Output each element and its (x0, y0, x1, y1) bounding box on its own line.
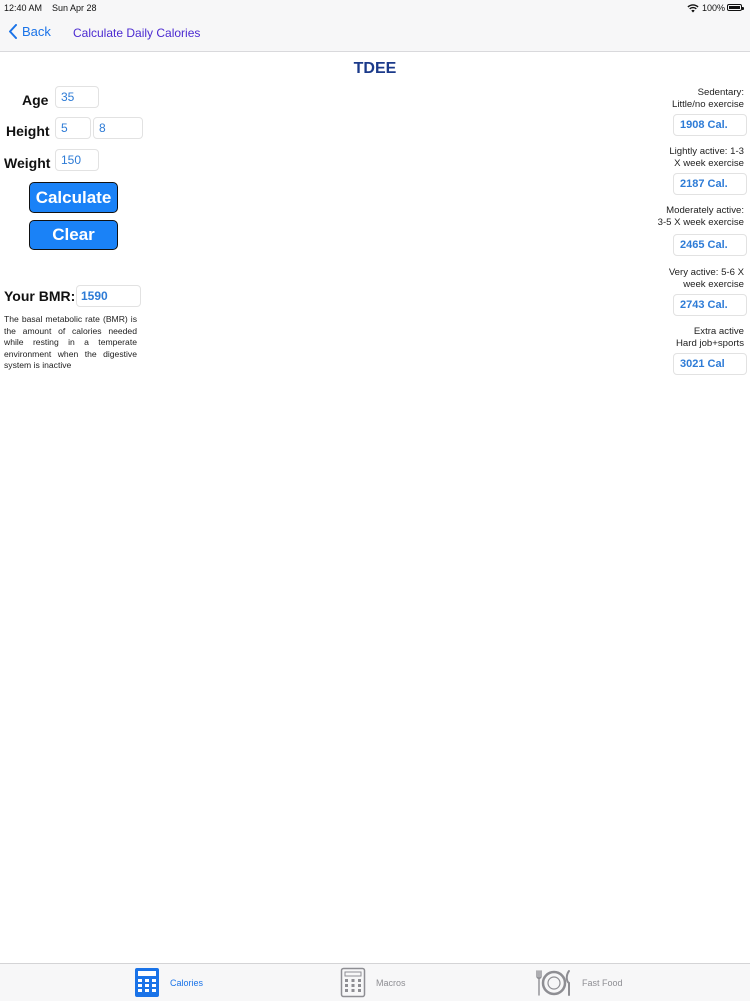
navigation-bar: Back Calculate Daily Calories (0, 16, 750, 52)
calculator-outline-icon (340, 967, 366, 998)
calculator-icon (135, 968, 159, 997)
status-time: 12:40 AM (4, 3, 43, 13)
tab-fast-food[interactable]: Fast Food (536, 967, 623, 998)
weight-label: Weight (4, 155, 51, 171)
nav-title: Calculate Daily Calories (73, 26, 201, 40)
status-bar: 12:40 AM Sun Apr 28 100% (0, 0, 750, 16)
activity-label-lightly-active: Lightly active: 1-3 X week exercise (669, 146, 744, 169)
battery-icon (727, 4, 744, 11)
chevron-left-icon (9, 24, 17, 39)
plate-fork-knife-icon (536, 970, 570, 996)
calculate-button[interactable]: Calculate (29, 182, 118, 213)
age-label: Age (22, 92, 49, 108)
clear-button[interactable]: Clear (29, 220, 118, 250)
tab-calories[interactable]: Calories (134, 967, 203, 998)
age-input[interactable]: 35 (55, 86, 99, 108)
status-date: Sun Apr 28 (52, 3, 97, 13)
wifi-icon (687, 4, 699, 13)
tab-macros-label: Macros (376, 977, 406, 988)
page-title: TDEE (353, 60, 397, 77)
tab-bar: Calories Macros Fast Food (0, 963, 750, 1001)
tab-calories-label: Calories (170, 977, 204, 988)
activity-value-very-active: 2743 Cal. (673, 294, 747, 316)
activity-label-very-active: Very active: 5-6 Xweek exercise (668, 267, 744, 290)
activity-value-moderately-active: 2465 Cal. (673, 234, 747, 256)
activity-value-extra-active: 3021 Cal (673, 353, 747, 375)
tab-macros[interactable]: Macros (340, 967, 406, 998)
activity-label-sedentary: Sedentary: Little/no exercise (672, 87, 744, 110)
activity-value-sedentary: 1908 Cal. (673, 114, 747, 136)
tab-fast-food-label: Fast Food (582, 977, 623, 988)
bmr-value: 1590 (76, 285, 141, 307)
back-button[interactable]: Back (8, 24, 51, 39)
weight-input[interactable]: 150 (55, 149, 99, 171)
back-label: Back (22, 24, 51, 39)
battery-percent: 100% (702, 3, 726, 13)
height-feet-input[interactable]: 5 (55, 117, 91, 139)
height-inches-input[interactable]: 8 (93, 117, 143, 139)
activity-label-extra-active: Extra active Hard job+sports (676, 326, 744, 349)
bmr-label: Your BMR: (4, 288, 76, 304)
bmr-description: The basal metabolic rate (BMR) is the am… (4, 314, 137, 370)
height-label: Height (6, 123, 50, 139)
activity-label-moderately-active: Moderately active: 3-5 X week exercise (657, 205, 744, 228)
activity-value-lightly-active: 2187 Cal. (673, 173, 747, 195)
